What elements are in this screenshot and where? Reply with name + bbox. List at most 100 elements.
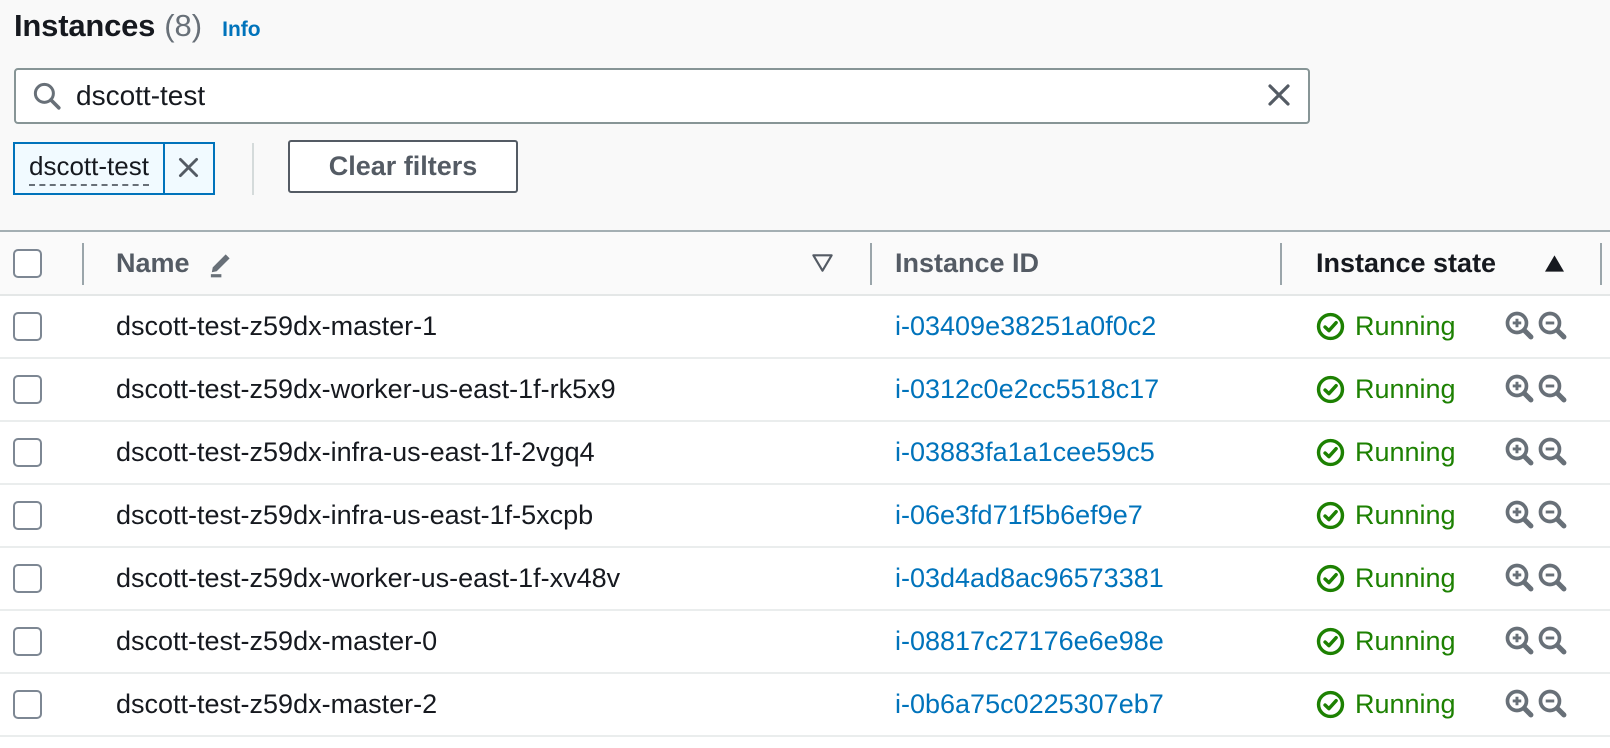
magnifier-minus-icon [1537, 562, 1568, 596]
check-circle-icon [1316, 564, 1345, 593]
row-checkbox[interactable] [13, 690, 42, 719]
row-select-cell [0, 422, 83, 483]
instance-state-label: Running [1355, 689, 1456, 719]
row-checkbox[interactable] [13, 627, 42, 656]
magnifier-plus-icon [1504, 436, 1535, 470]
instance-state-label: Running [1355, 374, 1456, 404]
row-select-cell [0, 296, 83, 357]
column-header-instance-id[interactable]: Instance ID [870, 232, 1281, 294]
row-checkbox[interactable] [13, 438, 42, 467]
instance-id-link[interactable]: i-03883fa1a1cee59c5 [895, 437, 1155, 468]
check-circle-icon [1316, 690, 1345, 719]
row-select-cell [0, 548, 83, 609]
page-header: Instances (8) Info [14, 8, 261, 44]
state-filter-buttons [1504, 562, 1568, 596]
magnifier-plus-icon [1504, 688, 1535, 722]
row-checkbox[interactable] [13, 564, 42, 593]
zoom-out-filter-button[interactable] [1537, 436, 1568, 470]
table-row: dscott-test-z59dx-worker-us-east-1f-xv48… [0, 548, 1610, 611]
zoom-in-filter-button[interactable] [1504, 373, 1535, 407]
instance-id-link[interactable]: i-0b6a75c0225307eb7 [895, 689, 1164, 720]
column-header-instance-state[interactable]: Instance state [1280, 232, 1610, 294]
zoom-out-filter-button[interactable] [1537, 688, 1568, 722]
zoom-in-filter-button[interactable] [1504, 562, 1535, 596]
instance-id-cell: i-0b6a75c0225307eb7 [871, 674, 1281, 735]
state-filter-buttons [1504, 499, 1568, 533]
instance-id-link[interactable]: i-03409e38251a0f0c2 [895, 311, 1156, 342]
instance-state-cell: Running [1281, 359, 1610, 420]
page-title: Instances [14, 8, 156, 43]
instance-state-cell: Running [1281, 548, 1610, 609]
column-divider [82, 243, 84, 285]
zoom-in-filter-button[interactable] [1504, 436, 1535, 470]
select-all-checkbox[interactable] [13, 248, 42, 278]
instance-name: dscott-test-z59dx-worker-us-east-1f-xv48… [116, 563, 621, 593]
instance-id-link[interactable]: i-0312c0e2cc5518c17 [895, 374, 1159, 405]
instance-state-label: Running [1355, 563, 1456, 593]
magnifier-minus-icon [1537, 688, 1568, 722]
search-icon [32, 81, 62, 111]
table-body: dscott-test-z59dx-master-1 i-03409e38251… [0, 296, 1610, 737]
table-row: dscott-test-z59dx-infra-us-east-1f-2vgq4… [0, 422, 1610, 485]
column-header-name[interactable]: Name [82, 232, 871, 294]
table-header: Name Instance ID Instance state [0, 232, 1610, 296]
row-checkbox[interactable] [13, 501, 42, 530]
table-row: dscott-test-z59dx-master-1 i-03409e38251… [0, 296, 1610, 359]
sort-indicator-icon [811, 253, 834, 273]
magnifier-minus-icon [1537, 373, 1568, 407]
zoom-out-filter-button[interactable] [1537, 562, 1568, 596]
magnifier-plus-icon [1504, 625, 1535, 659]
zoom-in-filter-button[interactable] [1504, 310, 1535, 344]
magnifier-plus-icon [1504, 373, 1535, 407]
column-divider [1280, 243, 1282, 285]
state-filter-buttons [1504, 688, 1568, 722]
zoom-in-filter-button[interactable] [1504, 625, 1535, 659]
magnifier-plus-icon [1504, 499, 1535, 533]
check-circle-icon [1316, 501, 1345, 530]
instance-state-cell: Running [1281, 674, 1610, 735]
zoom-out-filter-button[interactable] [1537, 625, 1568, 659]
instance-name: dscott-test-z59dx-worker-us-east-1f-rk5x… [116, 374, 616, 404]
row-checkbox[interactable] [13, 375, 42, 404]
column-divider [1600, 243, 1602, 285]
zoom-out-filter-button[interactable] [1537, 310, 1568, 344]
zoom-in-filter-button[interactable] [1504, 499, 1535, 533]
check-circle-icon [1316, 375, 1345, 404]
instance-id-cell: i-03d4ad8ac96573381 [871, 548, 1281, 609]
instance-id-cell: i-06e3fd71f5b6ef9e7 [871, 485, 1281, 546]
table-row: dscott-test-z59dx-master-2 i-0b6a75c0225… [0, 674, 1610, 737]
zoom-out-filter-button[interactable] [1537, 499, 1568, 533]
clear-filters-button[interactable]: Clear filters [288, 140, 518, 193]
clear-search-button[interactable] [1264, 80, 1294, 113]
section-divider [252, 143, 254, 195]
row-checkbox[interactable] [13, 312, 42, 341]
pencil-edit-icon [206, 248, 236, 278]
instance-state-label: Running [1355, 437, 1456, 467]
filter-chip-label: dscott-test [29, 151, 149, 186]
instance-id-cell: i-03409e38251a0f0c2 [871, 296, 1281, 357]
instance-name: dscott-test-z59dx-master-0 [116, 626, 438, 656]
filter-chip-remove-button[interactable] [162, 144, 213, 193]
search-bar [14, 68, 1310, 124]
instance-id-cell: i-08817c27176e6e98e [871, 611, 1281, 672]
state-filter-buttons [1504, 310, 1568, 344]
check-circle-icon [1316, 438, 1345, 467]
row-select-cell [0, 359, 83, 420]
search-input[interactable] [62, 70, 1264, 122]
magnifier-plus-icon [1504, 562, 1535, 596]
instance-id-link[interactable]: i-08817c27176e6e98e [895, 626, 1164, 657]
row-select-cell [0, 485, 83, 546]
instance-id-link[interactable]: i-03d4ad8ac96573381 [895, 563, 1164, 594]
check-circle-icon [1316, 312, 1345, 341]
row-select-cell [0, 674, 83, 735]
zoom-out-filter-button[interactable] [1537, 373, 1568, 407]
instances-table: Name Instance ID Instance state dscott-t… [0, 230, 1610, 748]
zoom-in-filter-button[interactable] [1504, 688, 1535, 722]
filter-chip-token[interactable]: dscott-test [15, 144, 163, 193]
instance-id-link[interactable]: i-06e3fd71f5b6ef9e7 [895, 500, 1143, 531]
instance-id-cell: i-0312c0e2cc5518c17 [871, 359, 1281, 420]
instance-count: (8) [164, 8, 203, 43]
table-row: dscott-test-z59dx-master-0 i-08817c27176… [0, 611, 1610, 674]
info-link[interactable]: Info [222, 18, 260, 42]
close-icon [1264, 80, 1294, 113]
